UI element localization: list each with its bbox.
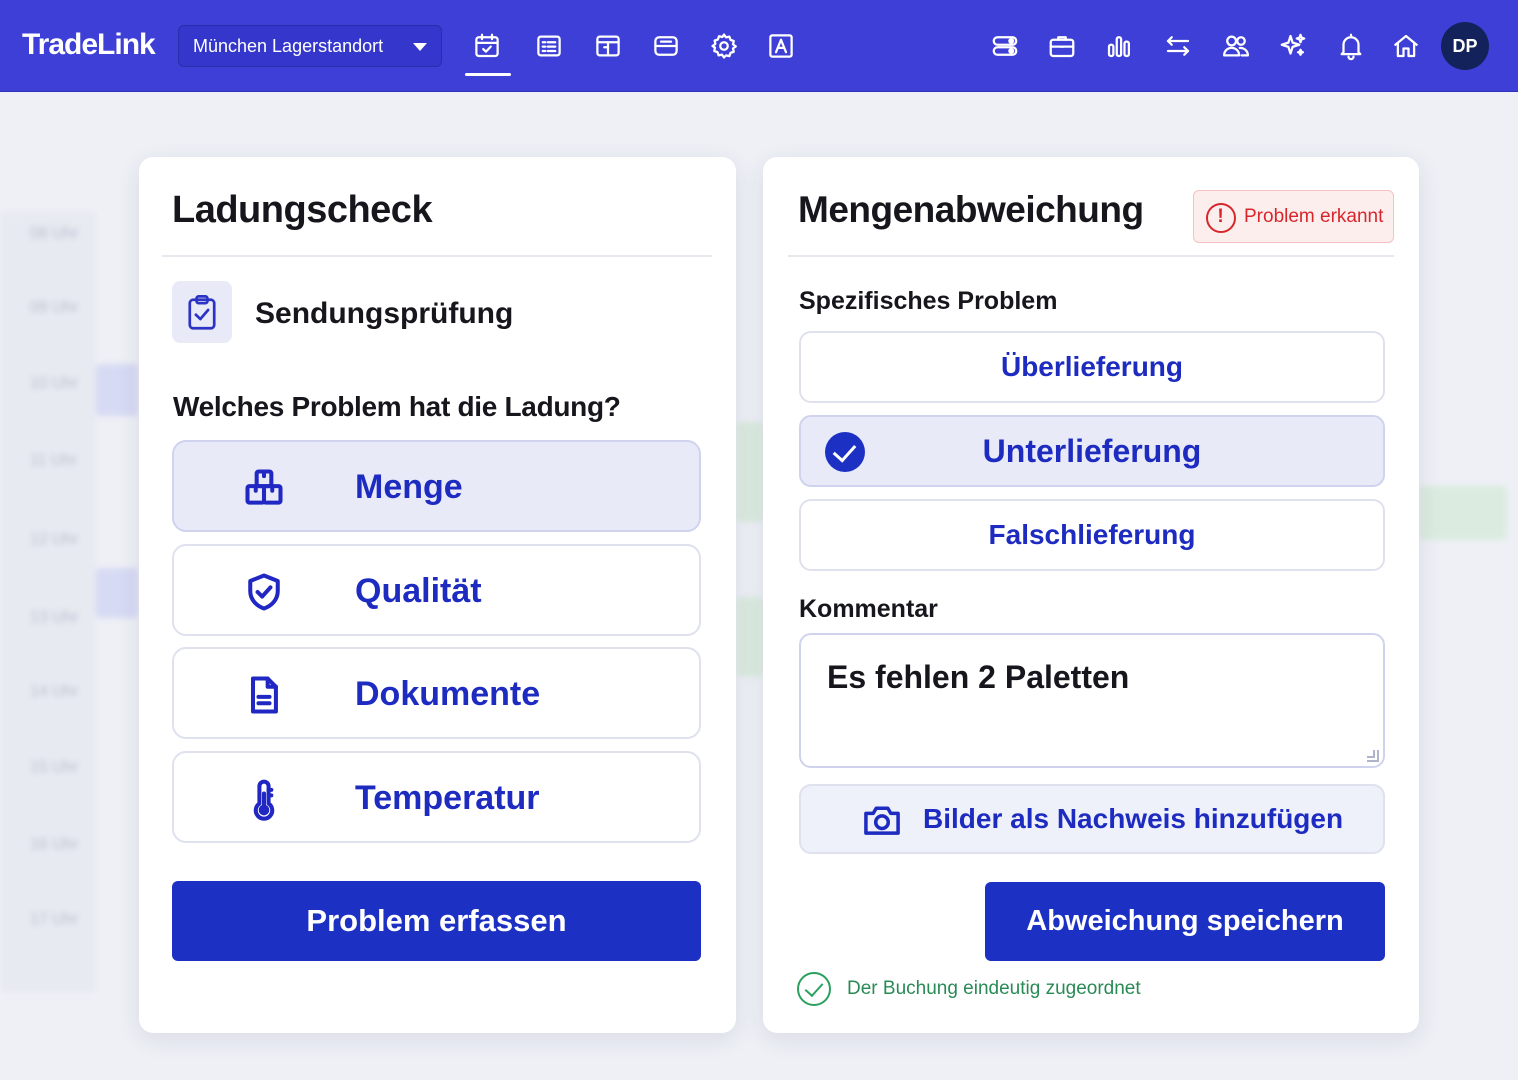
avatar[interactable]: DP <box>1441 22 1489 70</box>
confirmation-text: Der Buchung eindeutig zugeordnet <box>847 978 1141 999</box>
hour-label: 14 Uhr <box>30 683 79 700</box>
users-icon[interactable] <box>1218 28 1254 64</box>
hour-label: 17 Uhr <box>30 911 79 928</box>
option-label: Überlieferung <box>1000 351 1184 382</box>
hour-label: 09 Uhr <box>30 299 79 316</box>
status-badge-label: Problem erkannt <box>1244 205 1384 227</box>
comment-textarea[interactable]: Es fehlen 2 Paletten <box>799 633 1385 768</box>
app-logo[interactable]: TradeLink <box>22 28 156 62</box>
submit-problem-button[interactable]: Problem erfassen <box>172 881 701 961</box>
option-falschlieferung[interactable]: Falschlieferung <box>799 499 1385 571</box>
shield-check-icon <box>240 568 288 616</box>
list-icon[interactable] <box>531 28 567 64</box>
divider <box>788 255 1394 257</box>
option-label: Qualität <box>355 572 482 610</box>
load-check-card: Ladungscheck Sendungsprüfung Welches Pro… <box>139 157 736 1033</box>
calendar-icon[interactable] <box>469 28 505 64</box>
resize-handle-icon[interactable] <box>1367 750 1379 762</box>
option-dokumente[interactable]: Dokumente <box>172 647 701 739</box>
alert-icon <box>1206 203 1236 233</box>
document-icon <box>240 671 288 719</box>
chart-icon[interactable] <box>1101 28 1137 64</box>
chevron-down-icon <box>413 43 427 51</box>
hour-label: 11 Uhr <box>30 452 77 469</box>
save-deviation-button[interactable]: Abweichung speichern <box>985 882 1385 961</box>
camera-icon <box>864 806 900 835</box>
comment-label: Kommentar <box>799 595 938 623</box>
schedule-block <box>96 364 138 416</box>
hour-label: 16 Uhr <box>30 836 79 853</box>
option-qualitaet[interactable]: Qualität <box>172 544 701 636</box>
home-icon[interactable] <box>1388 28 1424 64</box>
option-label: Unterlieferung <box>982 432 1202 469</box>
clipboard-check-icon <box>172 281 232 343</box>
comment-value: Es fehlen 2 Paletten <box>827 659 1130 695</box>
bell-icon[interactable] <box>1333 28 1369 64</box>
database-icon[interactable] <box>648 28 684 64</box>
option-temperatur[interactable]: Temperatur <box>172 751 701 843</box>
location-selector-label: München Lagerstandort <box>193 35 384 56</box>
schedule-block <box>1419 486 1507 540</box>
schedule-block <box>736 422 764 522</box>
transfer-icon[interactable] <box>1160 28 1196 64</box>
gear-icon[interactable] <box>706 28 742 64</box>
card-title: Ladungscheck <box>172 189 433 231</box>
section-subtitle: Sendungsprüfung <box>255 297 514 330</box>
option-menge[interactable]: Menge <box>172 440 701 532</box>
card-title: Mengenabweichung <box>798 189 1144 230</box>
thermometer-icon <box>240 775 288 823</box>
add-photos-label: Bilder als Nachweis hinzufügen <box>923 803 1344 834</box>
boxes-icon <box>240 464 288 512</box>
checkmark-icon <box>825 432 865 472</box>
time-column <box>0 212 96 992</box>
hour-label: 08 Uhr <box>30 225 79 242</box>
sparkle-icon[interactable] <box>1275 28 1311 64</box>
confirmation-row: Der Buchung eindeutig zugeordnet <box>797 972 1141 1006</box>
option-label: Menge <box>355 468 463 506</box>
option-label: Dokumente <box>355 675 541 713</box>
schedule-block <box>96 568 138 618</box>
toggle-icon[interactable] <box>987 28 1023 64</box>
quantity-deviation-card: Mengenabweichung Problem erkannt Spezifi… <box>763 157 1419 1033</box>
hour-label: 10 Uhr <box>30 375 79 392</box>
option-label: Temperatur <box>355 779 540 817</box>
top-navigation-bar: TradeLink München Lagerstandort DP <box>0 0 1518 92</box>
hour-label: 12 Uhr <box>30 531 79 548</box>
text-recognition-icon[interactable] <box>763 28 799 64</box>
option-ueberlieferung[interactable]: Überlieferung <box>799 331 1385 403</box>
location-selector[interactable]: München Lagerstandort <box>178 25 442 67</box>
dashboard-icon[interactable] <box>590 28 626 64</box>
option-unterlieferung[interactable]: Unterlieferung <box>799 415 1385 487</box>
hour-label: 13 Uhr <box>30 609 79 626</box>
option-label: Falschlieferung <box>988 519 1196 550</box>
specific-problem-label: Spezifisches Problem <box>799 287 1058 315</box>
active-tab-indicator <box>465 73 511 76</box>
check-circle-icon <box>797 972 831 1006</box>
schedule-block <box>736 597 764 677</box>
hour-label: 15 Uhr <box>30 759 79 776</box>
status-badge: Problem erkannt <box>1193 190 1394 243</box>
divider <box>162 255 712 257</box>
add-photos-button[interactable]: Bilder als Nachweis hinzufügen <box>799 784 1385 854</box>
question-text: Welches Problem hat die Ladung? <box>173 391 621 422</box>
briefcase-icon[interactable] <box>1044 28 1080 64</box>
